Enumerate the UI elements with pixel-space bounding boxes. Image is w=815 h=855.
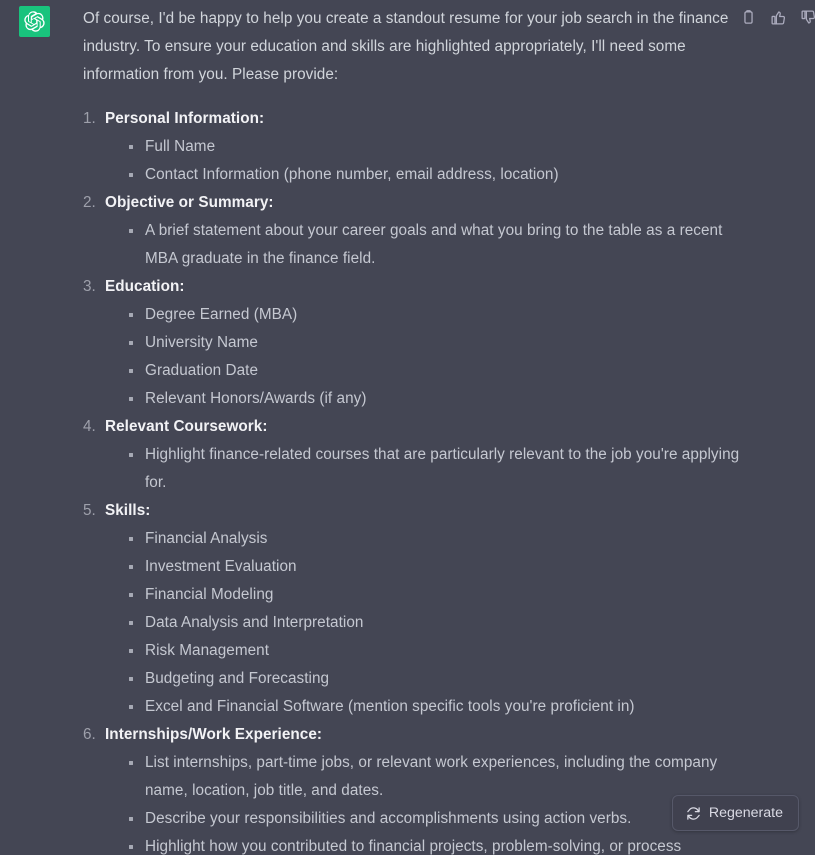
refresh-icon — [686, 806, 701, 821]
sub-list-item: Full Name — [127, 133, 743, 161]
list-number: 5. — [83, 502, 96, 519]
sub-list: Full Name Contact Information (phone num… — [105, 133, 743, 189]
list-item: 1. Personal Information: Full Name Conta… — [83, 105, 743, 189]
list-item: 4. Relevant Coursework: Highlight financ… — [83, 413, 743, 497]
sub-list-item: Financial Analysis — [127, 525, 743, 553]
sub-list-item: Graduation Date — [127, 357, 743, 385]
sub-list: A brief statement about your career goal… — [105, 217, 743, 273]
intro-paragraph: Of course, I'd be happy to help you crea… — [83, 10, 729, 83]
message-content: Of course, I'd be happy to help you crea… — [83, 5, 743, 855]
list-number: 3. — [83, 278, 96, 295]
sub-list-item: Degree Earned (MBA) — [127, 301, 743, 329]
sub-list-item: Investment Evaluation — [127, 553, 743, 581]
sub-list-item: Highlight how you contributed to financi… — [127, 833, 743, 855]
chatgpt-logo-icon — [24, 11, 45, 32]
sub-list-item: Budgeting and Forecasting — [127, 665, 743, 693]
sub-list-item: Financial Modeling — [127, 581, 743, 609]
sub-list-item: Highlight finance-related courses that a… — [127, 441, 743, 497]
sub-list-item: Relevant Honors/Awards (if any) — [127, 385, 743, 413]
list-heading: Education: — [105, 278, 185, 295]
list-heading: Objective or Summary: — [105, 194, 274, 211]
list-item: 3. Education: Degree Earned (MBA) Univer… — [83, 273, 743, 413]
sub-list-item: List internships, part-time jobs, or rel… — [127, 749, 743, 805]
sub-list-item: Describe your responsibilities and accom… — [127, 805, 743, 833]
sub-list-item: University Name — [127, 329, 743, 357]
requirements-list: 1. Personal Information: Full Name Conta… — [83, 105, 743, 855]
sub-list-item: Contact Information (phone number, email… — [127, 161, 743, 189]
sub-list: Degree Earned (MBA) University Name Grad… — [105, 301, 743, 413]
regenerate-button[interactable]: Regenerate — [671, 795, 799, 831]
thumbs-down-icon[interactable] — [800, 9, 815, 26]
sub-list: Financial Analysis Investment Evaluation… — [105, 525, 743, 721]
list-item: 6. Internships/Work Experience: List int… — [83, 721, 743, 855]
sub-list: List internships, part-time jobs, or rel… — [105, 749, 743, 855]
list-number: 6. — [83, 726, 96, 743]
regenerate-label: Regenerate — [708, 805, 783, 821]
thumbs-up-icon[interactable] — [770, 9, 787, 26]
message-actions — [740, 9, 815, 26]
list-item: 5. Skills: Financial Analysis Investment… — [83, 497, 743, 721]
list-number: 1. — [83, 110, 96, 127]
list-heading: Skills: — [105, 502, 151, 519]
assistant-message: Of course, I'd be happy to help you crea… — [0, 0, 815, 855]
list-number: 2. — [83, 194, 96, 211]
list-number: 4. — [83, 418, 96, 435]
chatgpt-avatar — [19, 6, 50, 37]
sub-list: Highlight finance-related courses that a… — [105, 441, 743, 497]
list-heading: Personal Information: — [105, 110, 265, 127]
sub-list-item: Risk Management — [127, 637, 743, 665]
sub-list-item: Excel and Financial Software (mention sp… — [127, 693, 743, 721]
list-heading: Internships/Work Experience: — [105, 726, 323, 743]
sub-list-item: A brief statement about your career goal… — [127, 217, 743, 273]
sub-list-item: Data Analysis and Interpretation — [127, 609, 743, 637]
list-item: 2. Objective or Summary: A brief stateme… — [83, 189, 743, 273]
list-heading: Relevant Coursework: — [105, 418, 268, 435]
